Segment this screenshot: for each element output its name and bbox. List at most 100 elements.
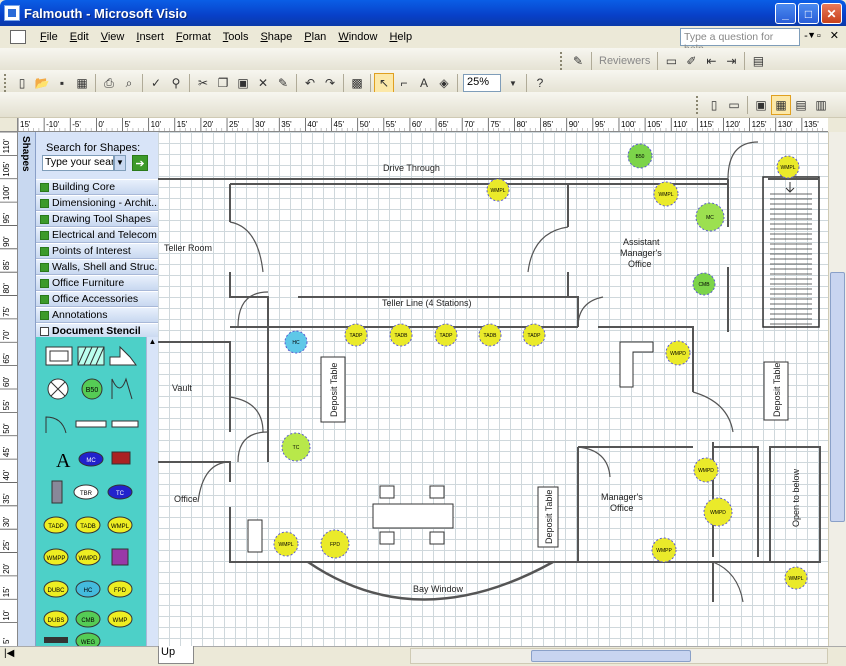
help-icon[interactable]: ? bbox=[530, 73, 550, 93]
shape-tadp-icon[interactable]: TADP bbox=[43, 516, 69, 534]
stencil-dimensioning[interactable]: Dimensioning - Archit... bbox=[36, 195, 158, 211]
toolbar-grip[interactable] bbox=[4, 74, 8, 92]
hatch-shape-icon[interactable] bbox=[77, 346, 105, 366]
view-icon-2[interactable]: ▦ bbox=[771, 95, 791, 115]
menu-window[interactable]: Window bbox=[332, 31, 383, 43]
print-icon[interactable]: ⎙ bbox=[99, 73, 119, 93]
new-page-icon[interactable]: ▯ bbox=[704, 95, 724, 115]
fill-color-icon[interactable]: ◈ bbox=[434, 73, 454, 93]
door-asst-office[interactable] bbox=[527, 226, 569, 273]
delete-icon[interactable]: ✕ bbox=[253, 73, 273, 93]
equipment-marker[interactable]: WMPD bbox=[703, 497, 733, 527]
wall-vault-left[interactable] bbox=[158, 341, 231, 397]
equipment-marker[interactable]: WMPL bbox=[653, 181, 679, 207]
connector-tool-icon[interactable]: ⌐ bbox=[394, 73, 414, 93]
document-window-controls[interactable]: - ▫ ✕ bbox=[804, 29, 842, 42]
equipment-marker[interactable]: CMB bbox=[692, 272, 716, 296]
research-icon[interactable]: ⚲ bbox=[166, 73, 186, 93]
search-scope-dropdown[interactable]: ▼ bbox=[114, 155, 126, 171]
shape-fpd-icon[interactable]: FPD bbox=[107, 580, 133, 598]
equipment-marker[interactable]: WMPL bbox=[784, 566, 808, 590]
close-button[interactable]: ✕ bbox=[821, 3, 842, 24]
wall-left-teller-lower[interactable] bbox=[229, 272, 269, 327]
equipment-marker[interactable]: B50 bbox=[627, 143, 653, 169]
door-teller-room[interactable] bbox=[229, 221, 264, 273]
shape-b50-icon[interactable]: B50 bbox=[81, 378, 103, 400]
equipment-marker[interactable]: WMPD bbox=[693, 457, 719, 483]
search-go-button[interactable]: ➔ bbox=[132, 155, 148, 171]
shape-wmpp-icon[interactable]: WMPP bbox=[43, 548, 69, 566]
equipment-marker[interactable]: TADP bbox=[344, 323, 368, 347]
view-icon-3[interactable]: ▤ bbox=[791, 95, 811, 115]
equipment-marker[interactable]: TADP bbox=[434, 323, 458, 347]
chair[interactable] bbox=[379, 485, 395, 499]
equipment-marker[interactable]: WMPL bbox=[776, 155, 800, 179]
conference-table[interactable] bbox=[372, 503, 454, 529]
shape-hc-icon[interactable]: HC bbox=[75, 580, 101, 598]
view-icon-4[interactable]: ▥ bbox=[811, 95, 831, 115]
ink-icon[interactable]: ✐ bbox=[681, 51, 701, 71]
stairs[interactable] bbox=[762, 176, 820, 328]
shape-wmpl-icon[interactable]: WMPL bbox=[107, 516, 133, 534]
menu-format[interactable]: Format bbox=[170, 31, 217, 43]
view-icon-1[interactable]: ▣ bbox=[751, 95, 771, 115]
help-search-input[interactable]: Type a question for help bbox=[680, 28, 800, 55]
window-shape-icon[interactable] bbox=[75, 420, 107, 428]
chair[interactable] bbox=[429, 531, 445, 545]
stencil-annotations[interactable]: Annotations bbox=[36, 307, 158, 323]
insert-comment-icon[interactable]: ▭ bbox=[661, 51, 681, 71]
menu-file[interactable]: File bbox=[34, 31, 64, 43]
vertical-scroll-thumb[interactable] bbox=[830, 272, 845, 522]
equipment-marker[interactable]: TC bbox=[281, 432, 311, 462]
shape-mc-icon[interactable]: MC bbox=[78, 451, 104, 467]
maximize-button[interactable]: □ bbox=[798, 3, 819, 24]
equipment-marker[interactable]: WMPL bbox=[486, 178, 510, 202]
shape-weg-icon[interactable]: WEG bbox=[75, 632, 101, 650]
door-teller-line-right[interactable] bbox=[577, 296, 604, 328]
stair-shape-icon[interactable] bbox=[109, 345, 137, 366]
page-nav-arrows[interactable]: |◀ bbox=[4, 648, 14, 659]
text-tool-icon[interactable]: A bbox=[414, 73, 434, 93]
format-painter-icon[interactable]: ✎ bbox=[273, 73, 293, 93]
scroll-up-icon[interactable]: ▲ bbox=[147, 337, 158, 346]
wall-office-lower[interactable] bbox=[229, 507, 758, 563]
shape-tbr-icon[interactable]: TBR bbox=[73, 484, 99, 500]
reviewers-dropdown[interactable]: Reviewers bbox=[595, 55, 654, 67]
stencil-office-accessories[interactable]: Office Accessories bbox=[36, 291, 158, 307]
paste-icon[interactable]: ▣ bbox=[233, 73, 253, 93]
track-markup-icon[interactable]: ✎ bbox=[568, 51, 588, 71]
cabinet[interactable] bbox=[247, 519, 263, 553]
reviewing-pane-icon[interactable]: ▤ bbox=[748, 51, 768, 71]
stencil-points-of-interest[interactable]: Points of Interest bbox=[36, 243, 158, 259]
door-shape-icon[interactable] bbox=[45, 416, 67, 434]
print-preview-icon[interactable]: ⌕ bbox=[119, 73, 139, 93]
shape-tadb-icon[interactable]: TADB bbox=[75, 516, 101, 534]
stencil-walls-shell[interactable]: Walls, Shell and Struc... bbox=[36, 259, 158, 275]
open-icon[interactable]: 📂 bbox=[32, 73, 52, 93]
equipment-marker[interactable]: WMPP bbox=[651, 537, 677, 563]
equipment-marker[interactable]: TADB bbox=[478, 323, 502, 347]
menu-edit[interactable]: Edit bbox=[64, 31, 95, 43]
arc-shape-icon[interactable] bbox=[111, 377, 133, 400]
rect-red-icon[interactable] bbox=[111, 451, 131, 465]
horizontal-scroll-thumb[interactable] bbox=[531, 650, 691, 662]
door-mgr[interactable] bbox=[577, 446, 611, 478]
page-setup-icon[interactable]: ▭ bbox=[724, 95, 744, 115]
equipment-marker[interactable]: WMPD bbox=[665, 340, 691, 366]
wall-mid-divider-lower[interactable] bbox=[567, 272, 579, 327]
door-right-mid[interactable] bbox=[692, 391, 734, 433]
door-bottom-right[interactable] bbox=[712, 561, 744, 603]
page-tab-up[interactable]: Up bbox=[158, 646, 194, 664]
save-icon[interactable]: ▪ bbox=[52, 73, 72, 93]
stencil-building-core[interactable]: Building Core bbox=[36, 179, 158, 195]
shape-tc-icon[interactable]: TC bbox=[107, 484, 133, 500]
toolbar-grip[interactable] bbox=[696, 96, 700, 114]
equipment-marker[interactable]: TADP bbox=[522, 323, 546, 347]
panel-shape-icon[interactable] bbox=[51, 480, 63, 504]
zoom-dropdown-icon[interactable]: ▼ bbox=[503, 73, 523, 93]
door-office[interactable] bbox=[197, 461, 231, 503]
previous-markup-icon[interactable]: ⇤ bbox=[701, 51, 721, 71]
toolbar-grip[interactable] bbox=[560, 52, 564, 70]
menu-insert[interactable]: Insert bbox=[130, 31, 170, 43]
stencil-scrollbar[interactable]: ▲ bbox=[146, 337, 158, 646]
